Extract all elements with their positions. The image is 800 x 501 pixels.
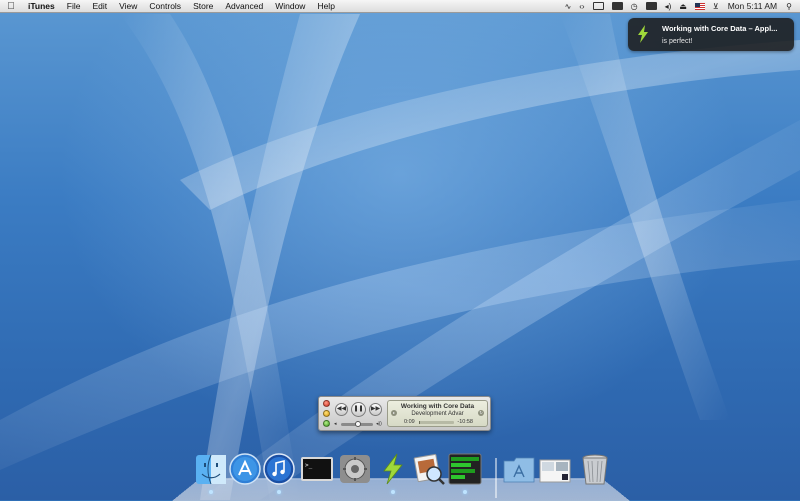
close-button[interactable] [323,400,330,407]
menu-clock[interactable]: Mon 5:11 AM [723,0,782,13]
remaining-time: -10:58 [457,419,473,425]
lightning-icon [638,25,648,43]
activity-monitor-icon[interactable]: ∿ [561,0,576,13]
play-pause-button[interactable]: ❚❚ [351,402,366,417]
progress-fill [419,421,421,424]
screen-icon[interactable] [642,0,661,13]
dock: >_ [190,452,620,500]
pause-icon: ❚❚ [353,406,364,412]
notification-body: is perfect! [662,38,693,45]
script-icon[interactable]: ‹› [575,0,588,13]
running-indicator [463,490,467,494]
fast-forward-icon: ▶▶ [370,406,381,412]
menu-edit[interactable]: Edit [86,0,113,13]
track-title: Working with Core Data [400,403,475,410]
running-indicator [209,490,213,494]
activity-monitor-icon[interactable] [448,452,482,494]
elapsed-time: 0:09 [404,419,415,425]
menu-store[interactable]: Store [187,0,219,13]
reeder-lightning-icon[interactable] [376,452,410,494]
display-icon[interactable] [589,0,608,13]
itunes-icon[interactable] [262,452,296,494]
menu-window[interactable]: Window [269,0,311,13]
next-track-button[interactable]: ▶▶ [369,403,382,416]
running-indicator [391,490,395,494]
volume-high-icon: ◂)) [376,421,382,427]
system-preferences-icon[interactable] [338,452,372,486]
wifi-icon[interactable]: ⊻ [709,0,723,13]
menu-extras: ∿ ‹› ◷ ◂) ⏏ ⊻ Mon 5:11 AM ⚲ [561,0,800,13]
notification[interactable]: Working with Core Data – Appl... is perf… [628,18,794,51]
progress-bar[interactable] [419,421,454,424]
app-store-icon[interactable] [228,452,262,486]
flag-icon[interactable] [691,0,709,13]
preview-icon[interactable] [412,452,446,486]
time-machine-icon[interactable]: ◷ [627,0,642,13]
terminal-icon[interactable]: >_ [300,452,334,486]
spotlight-icon[interactable]: ⚲ [782,0,796,13]
volume-low-icon: ◂ [334,421,337,427]
volume-slider[interactable] [341,421,373,427]
menu-help[interactable]: Help [311,0,340,13]
menu-file[interactable]: File [61,0,87,13]
apple-menu-icon[interactable]:  [0,0,22,13]
rewind-icon: ◀◀ [336,406,347,412]
menu-view[interactable]: View [113,0,143,13]
zoom-button[interactable] [323,420,330,427]
documents-stack-icon[interactable] [538,452,572,486]
previous-track-button[interactable]: ◀◀ [335,403,348,416]
menu-advanced[interactable]: Advanced [219,0,269,13]
dock-separator [495,458,497,498]
svg-text:>_: >_ [305,462,313,469]
trash-icon[interactable] [578,452,612,486]
track-album: Development Advar [411,411,464,417]
snapback-icon[interactable]: ↻ [478,410,484,416]
notification-title: Working with Core Data – Appl... [662,24,778,33]
volume-knob[interactable] [355,421,362,427]
finder-icon[interactable] [194,452,228,494]
menu-bar:  iTunes File Edit View Controls Store A… [0,0,800,13]
volume-icon[interactable]: ◂) [661,0,676,13]
battery-icon[interactable] [608,0,627,13]
running-indicator [277,490,281,494]
menu-app-name[interactable]: iTunes [22,0,61,13]
applications-folder-icon[interactable] [502,452,536,486]
menu-controls[interactable]: Controls [143,0,187,13]
eject-icon[interactable]: ⏏ [675,0,691,13]
track-display: ▸ Working with Core Data Development Adv… [387,400,488,427]
minimize-button[interactable] [323,410,330,417]
itunes-mini-player: ◀◀ ❚❚ ▶▶ ◂ ◂)) ▸ Working with Core Data … [318,396,491,431]
